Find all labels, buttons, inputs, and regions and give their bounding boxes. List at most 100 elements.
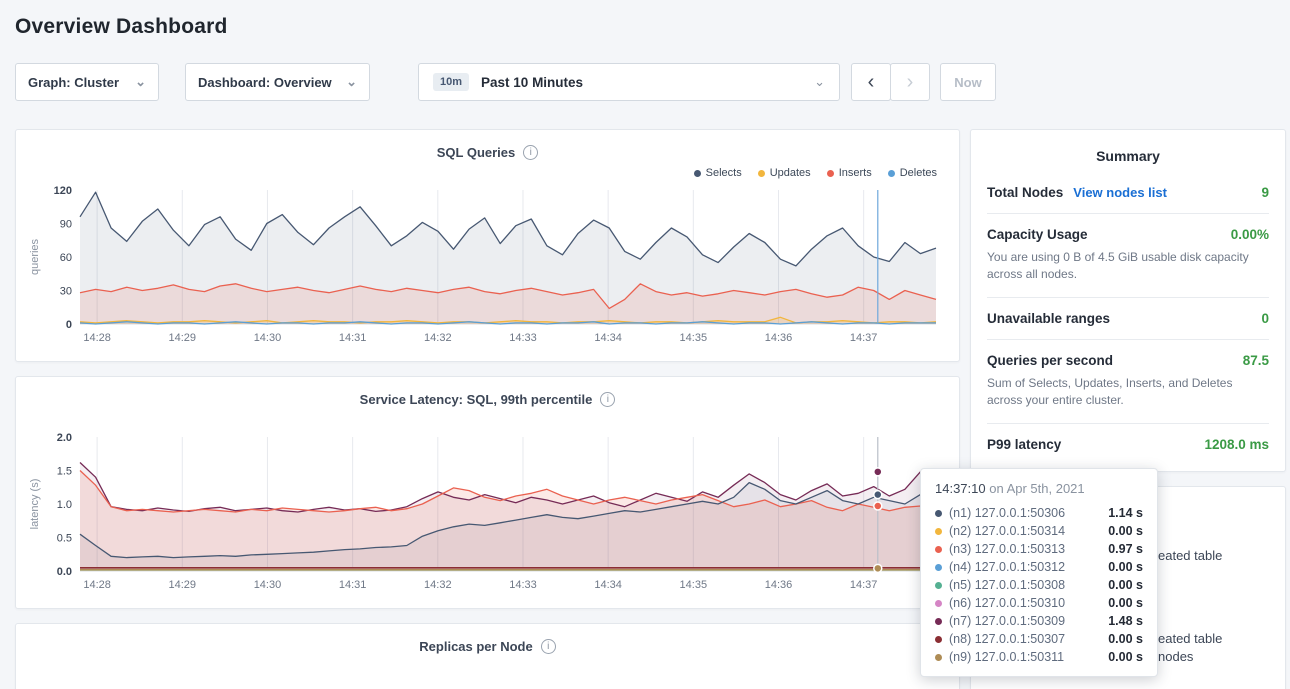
legend-item-selects: Selects — [694, 167, 742, 179]
svg-text:14:36: 14:36 — [765, 332, 793, 344]
svg-text:14:36: 14:36 — [765, 579, 793, 591]
service-latency-chart-panel: Service Latency: SQL, 99th percentile i … — [15, 376, 960, 609]
tooltip-node-value: 0.00 s — [1108, 560, 1143, 574]
svg-text:14:30: 14:30 — [254, 332, 282, 344]
total-nodes-value: 9 — [1261, 185, 1269, 200]
legend-item-inserts: Inserts — [827, 167, 872, 179]
legend-color-dot — [758, 170, 765, 177]
graph-dropdown-label: Graph: Cluster — [28, 75, 119, 90]
chart-tooltip: 14:37:10 on Apr 5th, 2021 (n1) 127.0.0.1… — [920, 468, 1158, 677]
series-color-dot — [935, 600, 942, 607]
svg-text:14:35: 14:35 — [680, 332, 708, 344]
legend-label: Updates — [770, 167, 811, 179]
series-color-dot — [935, 564, 942, 571]
tooltip-node-label: (n9) 127.0.0.1:50311 — [949, 650, 1064, 664]
svg-text:14:34: 14:34 — [594, 579, 622, 591]
svg-text:14:29: 14:29 — [169, 332, 197, 344]
tooltip-row: (n8) 127.0.0.1:503070.00 s — [935, 630, 1143, 648]
svg-text:1.0: 1.0 — [57, 499, 72, 511]
p99-latency-label: P99 latency — [987, 437, 1061, 452]
svg-text:14:30: 14:30 — [254, 579, 282, 591]
dashboard-dropdown-label: Dashboard: Overview — [198, 75, 332, 90]
charts-column: SQL Queries i SelectsUpdatesInsertsDelet… — [15, 129, 960, 689]
tooltip-node-label: (n5) 127.0.0.1:50308 — [949, 578, 1065, 592]
unavailable-ranges-value: 0 — [1261, 311, 1269, 326]
svg-text:14:31: 14:31 — [339, 579, 367, 591]
svg-text:14:28: 14:28 — [83, 332, 111, 344]
capacity-usage-description: You are using 0 B of 4.5 GiB usable disk… — [987, 249, 1267, 284]
svg-text:90: 90 — [60, 219, 72, 231]
now-button[interactable]: Now — [940, 63, 996, 101]
info-icon[interactable]: i — [523, 145, 538, 160]
tooltip-row: (n3) 127.0.0.1:50313 0.97 s — [935, 540, 1143, 558]
dashboard-dropdown[interactable]: Dashboard: Overview ⌄ — [185, 63, 370, 101]
tooltip-node-value: 0.00 s — [1108, 524, 1143, 538]
svg-text:14:33: 14:33 — [509, 332, 537, 344]
info-icon[interactable]: i — [541, 639, 556, 654]
time-forward-button[interactable]: › — [890, 63, 930, 101]
queries-per-second-label: Queries per second — [987, 353, 1113, 368]
svg-text:0: 0 — [66, 319, 72, 331]
tooltip-node-value: 0.00 s — [1108, 650, 1143, 664]
tooltip-node-value: 0.97 s — [1108, 542, 1143, 556]
tooltip-row: (n9) 127.0.0.1:50311 0.00 s — [935, 648, 1143, 666]
summary-row-capacity: Capacity Usage 0.00% You are using 0 B o… — [987, 214, 1269, 298]
sql-queries-chart-panel: SQL Queries i SelectsUpdatesInsertsDelet… — [15, 129, 960, 362]
svg-text:1.5: 1.5 — [57, 466, 72, 478]
sql-queries-chart[interactable]: 14:2814:2914:3014:3114:3214:3314:3414:35… — [28, 184, 949, 354]
service-latency-chart[interactable]: 14:2814:2914:3014:3114:3214:3314:3414:35… — [28, 431, 949, 601]
summary-row-p99-latency: P99 latency 1208.0 ms — [987, 424, 1269, 465]
legend-item-updates: Updates — [758, 167, 811, 179]
tooltip-time: 14:37:10 — [935, 481, 986, 496]
time-range-label: Past 10 Minutes — [481, 75, 583, 90]
tooltip-node-value: 1.14 s — [1108, 506, 1143, 520]
series-color-dot — [935, 528, 942, 535]
series-color-dot — [935, 654, 942, 661]
event-text-fragment: nodes — [1158, 649, 1193, 664]
tooltip-node-label: (n7) 127.0.0.1:50309 — [949, 614, 1065, 628]
tooltip-node-value: 0.00 s — [1108, 596, 1143, 610]
tooltip-node-label: (n8) 127.0.0.1:50307 — [949, 632, 1065, 646]
event-text-fragment: eated table — [1158, 631, 1222, 646]
svg-text:14:34: 14:34 — [594, 332, 622, 344]
legend-label: Deletes — [900, 167, 937, 179]
summary-panel: Summary Total Nodes View nodes list 9 Ca… — [970, 129, 1286, 472]
legend-color-dot — [694, 170, 701, 177]
time-pager: ‹ › — [851, 63, 930, 101]
legend-color-dot — [827, 170, 834, 177]
tooltip-row: (n4) 127.0.0.1:50312 0.00 s — [935, 558, 1143, 576]
info-icon[interactable]: i — [600, 392, 615, 407]
series-color-dot — [935, 618, 942, 625]
svg-text:30: 30 — [60, 286, 72, 298]
time-range-badge: 10m — [433, 73, 469, 91]
svg-text:0.5: 0.5 — [57, 533, 72, 545]
chart-legend: Selects Updates Inserts Deletes — [28, 162, 947, 184]
tooltip-node-value: 1.48 s — [1108, 614, 1143, 628]
chart-legend — [28, 409, 947, 431]
tooltip-node-label: (n3) 127.0.0.1:50313 — [949, 542, 1065, 556]
page-title: Overview Dashboard — [15, 0, 1286, 39]
svg-text:latency (s): latency (s) — [29, 479, 41, 530]
total-nodes-label: Total Nodes — [987, 185, 1063, 200]
time-range-selector[interactable]: 10m Past 10 Minutes ⌄ — [418, 63, 840, 101]
tooltip-node-label: (n6) 127.0.0.1:50310 — [949, 596, 1065, 610]
svg-text:14:29: 14:29 — [169, 579, 197, 591]
overview-dashboard-page: Overview Dashboard Graph: Cluster ⌄ Dash… — [0, 0, 1290, 689]
svg-text:14:37: 14:37 — [850, 579, 878, 591]
qps-description: Sum of Selects, Updates, Inserts, and De… — [987, 375, 1267, 410]
chart-title-service-latency: Service Latency: SQL, 99th percentile — [360, 392, 593, 407]
unavailable-ranges-label: Unavailable ranges — [987, 311, 1110, 326]
tooltip-node-label: (n2) 127.0.0.1:50314 — [949, 524, 1065, 538]
svg-text:14:35: 14:35 — [680, 579, 708, 591]
tooltip-row: (n6) 127.0.0.1:50310 0.00 s — [935, 594, 1143, 612]
view-nodes-list-link[interactable]: View nodes list — [1073, 185, 1167, 200]
time-back-button[interactable]: ‹ — [851, 63, 891, 101]
legend-item-deletes: Deletes — [888, 167, 937, 179]
summary-row-unavailable-ranges: Unavailable ranges 0 — [987, 298, 1269, 340]
event-text-fragment: eated table — [1158, 548, 1222, 563]
svg-text:14:37: 14:37 — [850, 332, 878, 344]
tooltip-row: (n2) 127.0.0.1:50314 0.00 s — [935, 522, 1143, 540]
tooltip-node-label: (n4) 127.0.0.1:50312 — [949, 560, 1065, 574]
graph-dropdown[interactable]: Graph: Cluster ⌄ — [15, 63, 159, 101]
summary-title: Summary — [987, 144, 1269, 172]
